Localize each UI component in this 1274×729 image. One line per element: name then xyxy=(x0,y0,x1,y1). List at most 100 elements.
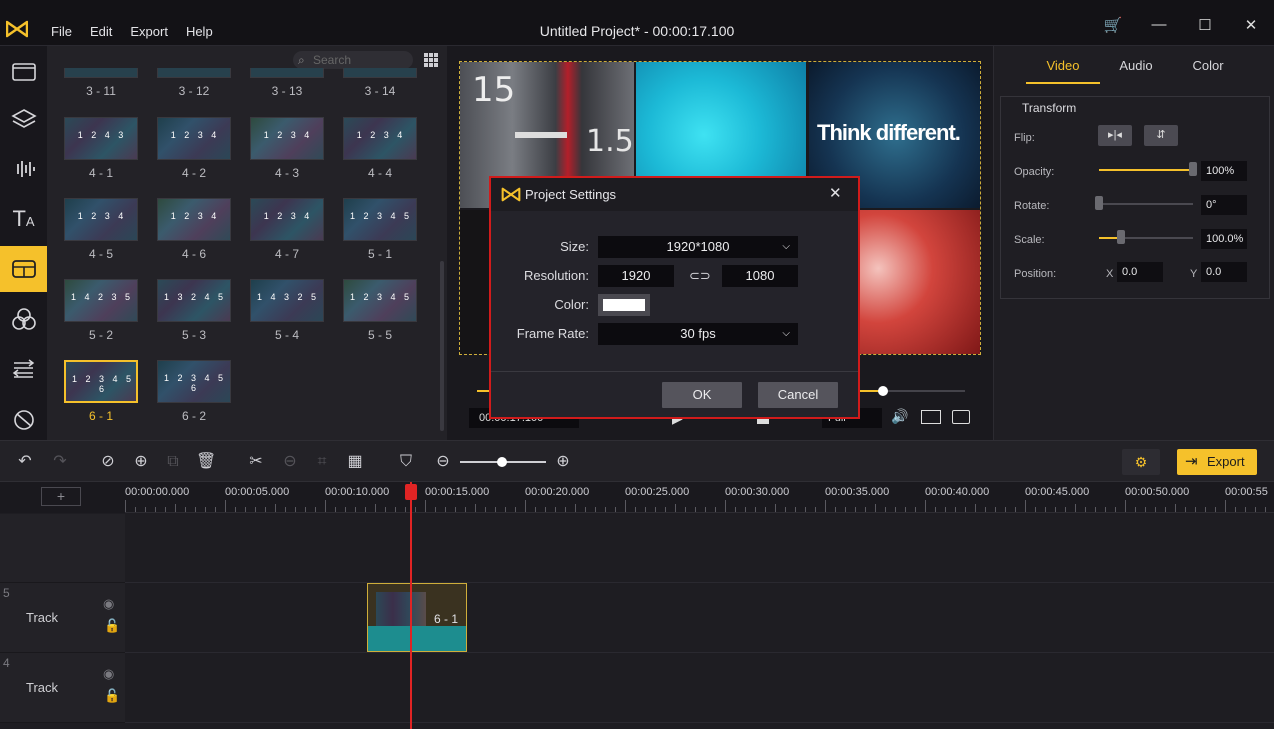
cancel-button[interactable]: Cancel xyxy=(758,382,838,408)
thumbnail-numbers: 1 2 3 4 5 xyxy=(349,292,413,302)
flip-vertical-button[interactable]: ⇵ xyxy=(1144,125,1178,146)
layout-label: 6 - 1 xyxy=(88,409,113,423)
close-window-button[interactable]: ✕ xyxy=(1228,16,1274,34)
rotate-knob[interactable] xyxy=(1095,196,1103,210)
snapshot-icon[interactable] xyxy=(952,410,970,424)
volume-icon[interactable]: 🔊 xyxy=(891,408,908,425)
audio-wave-icon[interactable] xyxy=(0,146,47,192)
zoom-in-icon[interactable]: ⊕ xyxy=(553,452,573,472)
active-tab-indicator xyxy=(1026,82,1100,84)
tab-audio[interactable]: Audio xyxy=(1096,58,1176,73)
split-icon[interactable]: ⊘ xyxy=(98,452,118,472)
layout-thumbnail[interactable] xyxy=(343,68,417,78)
size-select[interactable]: 1920*1080 ⌵ xyxy=(598,236,798,258)
speed-icon[interactable]: ⊖ xyxy=(280,452,300,472)
layout-thumbnail[interactable]: 1 2 3 4 5 xyxy=(343,279,417,322)
layout-thumbnail[interactable]: 1 4 3 2 5 xyxy=(250,279,324,322)
resolution-width-input[interactable]: 1920 xyxy=(598,265,674,287)
duplicate-icon[interactable]: ⊕ xyxy=(131,452,151,472)
lock-icon[interactable]: 🔓 xyxy=(104,618,120,634)
thumbnail-numbers: 1 4 3 2 5 xyxy=(256,292,320,302)
layout-thumbnail[interactable]: 1 2 3 4 5 6 xyxy=(64,360,138,403)
transitions-icon[interactable] xyxy=(0,346,47,392)
flip-horizontal-button[interactable]: ▸|◂ xyxy=(1098,125,1132,146)
rotate-slider[interactable] xyxy=(1099,203,1193,205)
layout-thumbnail[interactable]: 1 2 3 4 xyxy=(250,198,324,241)
layout-thumbnail[interactable]: 1 2 4 3 xyxy=(64,117,138,160)
library-scrollbar[interactable] xyxy=(440,261,444,431)
layout-thumbnail[interactable]: 1 2 3 4 xyxy=(157,117,231,160)
crop-icon[interactable]: ⌗ xyxy=(312,452,332,472)
thumbnail-numbers: 1 2 3 4 xyxy=(170,211,220,221)
layout-thumbnail[interactable]: 1 2 3 4 xyxy=(343,117,417,160)
opacity-knob[interactable] xyxy=(1189,162,1197,176)
color-picker[interactable] xyxy=(598,294,650,316)
cart-icon[interactable]: 🛒 xyxy=(1090,16,1136,34)
layout-templates-icon[interactable] xyxy=(0,246,47,292)
layout-label: 4 - 4 xyxy=(367,166,392,180)
layout-thumbnail[interactable]: 1 4 2 3 5 xyxy=(64,279,138,322)
ok-button[interactable]: OK xyxy=(662,382,742,408)
time-ruler[interactable]: 00:00:00.000 00:00:05.000 00:00:10.000 00:0… xyxy=(125,482,1274,513)
playhead[interactable] xyxy=(410,482,412,729)
layout-thumbnail[interactable]: 1 2 3 4 xyxy=(250,117,324,160)
paste-icon[interactable]: ⧉ xyxy=(163,452,183,472)
track-label: Track xyxy=(26,610,59,625)
lock-icon[interactable]: 🔓 xyxy=(104,688,120,704)
media-folder-icon[interactable] xyxy=(0,48,47,94)
thumbnail-numbers: 1 2 4 3 xyxy=(77,130,127,140)
position-x-input[interactable]: 0.0 xyxy=(1117,262,1163,282)
marker-icon[interactable]: ⛉ xyxy=(396,452,416,472)
dialog-close-icon[interactable]: ✕ xyxy=(829,184,842,202)
opacity-value[interactable]: 100% xyxy=(1201,161,1247,181)
layout-thumbnail[interactable]: 1 3 2 4 5 xyxy=(157,279,231,322)
export-button[interactable]: ⇥ Export xyxy=(1177,449,1257,475)
grid-view-icon[interactable] xyxy=(423,52,439,68)
clip-label: 6 - 1 xyxy=(434,612,459,626)
eye-icon[interactable]: ◉ xyxy=(103,596,114,612)
mosaic-icon[interactable]: ▦ xyxy=(345,452,365,472)
search-input[interactable]: ⌕ Search xyxy=(293,51,413,69)
layout-label: 3 - 13 xyxy=(271,84,303,98)
text-icon[interactable]: TA xyxy=(0,196,47,242)
effects-icon[interactable] xyxy=(0,396,47,442)
undo-icon[interactable]: ↶ xyxy=(15,452,35,472)
link-icon[interactable]: ⊂⊃ xyxy=(689,265,711,287)
redo-icon[interactable]: ↷ xyxy=(50,452,70,472)
layout-thumbnail[interactable]: 1 2 3 4 5 6 xyxy=(157,360,231,403)
layout-label: 5 - 4 xyxy=(274,328,299,342)
maximize-button[interactable]: ☐ xyxy=(1182,16,1228,34)
scale-knob[interactable] xyxy=(1117,230,1125,244)
ruler-label: 00:00:50.000 xyxy=(1125,486,1190,498)
zoom-out-icon[interactable]: ⊖ xyxy=(433,452,453,472)
add-track-button[interactable]: + xyxy=(41,487,81,506)
fullscreen-icon[interactable] xyxy=(921,410,941,424)
layout-thumbnail[interactable]: 1 2 3 4 5 xyxy=(343,198,417,241)
edit-toolbar: ↶ ↷ ⊘ ⊕ ⧉ 🗑 ✂ ⊖ ⌗ ▦ ⛉ ⊖ ⊕ ⚙ ⇥ Export xyxy=(0,440,1274,482)
tab-color[interactable]: Color xyxy=(1168,58,1248,73)
layout-thumbnail[interactable] xyxy=(64,68,138,78)
eye-icon[interactable]: ◉ xyxy=(103,666,114,682)
cut-icon[interactable]: ✂ xyxy=(246,452,266,472)
timeline-clip[interactable]: 6 - 1 xyxy=(367,583,467,652)
layout-thumbnail[interactable]: 1 2 3 4 xyxy=(157,198,231,241)
project-settings-icon[interactable]: ⚙ xyxy=(1122,449,1160,475)
delete-icon[interactable]: 🗑 xyxy=(196,452,216,472)
minimize-button[interactable]: — xyxy=(1136,16,1182,34)
framerate-select[interactable]: 30 fps ⌵ xyxy=(598,323,798,345)
layout-thumbnail[interactable] xyxy=(157,68,231,78)
zoom-knob[interactable] xyxy=(497,457,507,467)
filters-icon[interactable] xyxy=(0,296,47,342)
rotate-value[interactable]: 0° xyxy=(1201,195,1247,215)
layout-label: 3 - 11 xyxy=(86,84,116,98)
scale-value[interactable]: 100.0% xyxy=(1201,229,1247,249)
layers-icon[interactable] xyxy=(0,96,47,142)
progress-knob[interactable] xyxy=(878,386,888,396)
position-y-input[interactable]: 0.0 xyxy=(1201,262,1247,282)
layout-thumbnail[interactable]: 1 2 3 4 xyxy=(64,198,138,241)
layout-label: 3 - 14 xyxy=(364,84,396,98)
tab-video[interactable]: Video xyxy=(1023,58,1103,73)
layout-thumbnail[interactable] xyxy=(250,68,324,78)
playhead-handle[interactable] xyxy=(405,484,417,500)
resolution-height-input[interactable]: 1080 xyxy=(722,265,798,287)
